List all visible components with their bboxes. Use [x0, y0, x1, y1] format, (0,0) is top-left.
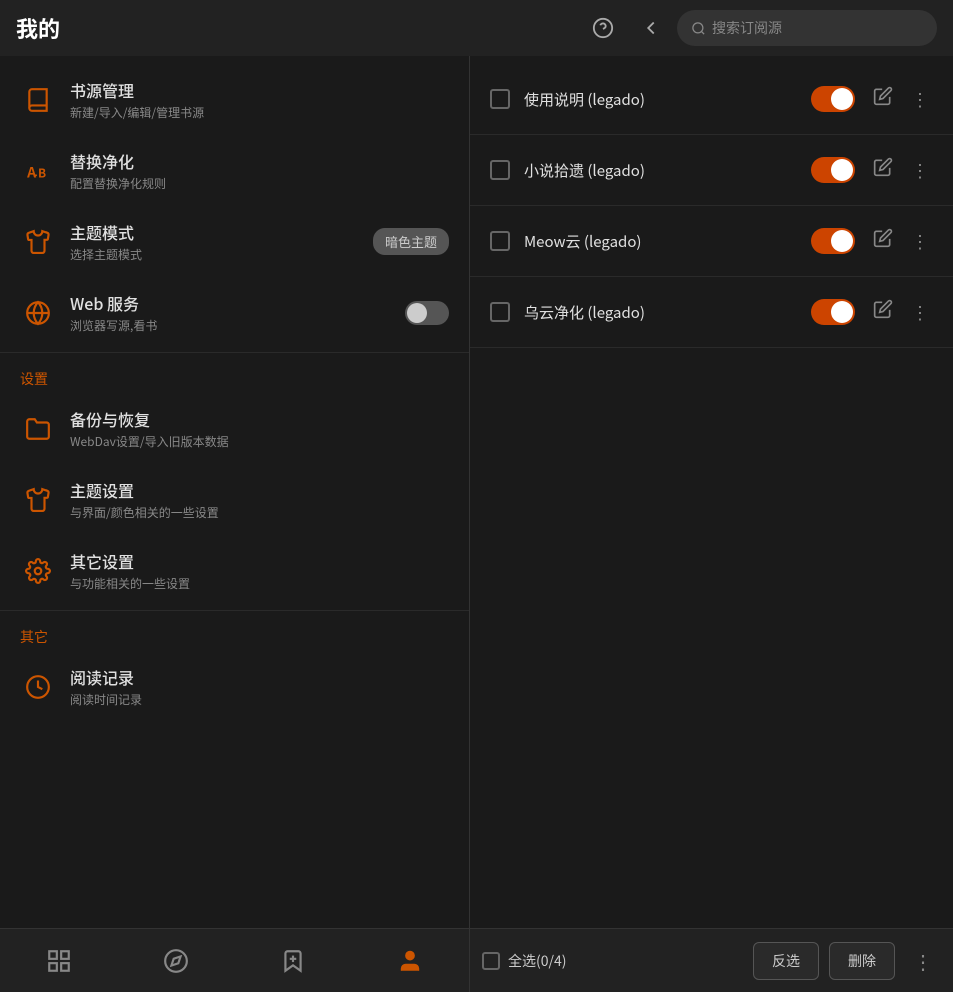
source-edit-icon-2[interactable] — [869, 153, 897, 187]
source-checkbox-4[interactable] — [490, 302, 510, 322]
source-item-2: 小说拾遗 (legado) ⋮ — [470, 135, 953, 206]
source-more-icon-3[interactable]: ⋮ — [907, 224, 933, 258]
other-settings-title: 其它设置 — [70, 549, 449, 573]
help-icon[interactable] — [585, 10, 621, 46]
section-other-label: 其它 — [0, 615, 469, 651]
bottom-bar: 全选(0/4) 反选 删除 ⋮ — [0, 928, 953, 992]
source-name-1: 使用说明 (legado) — [524, 89, 811, 110]
menu-text-other: 其它设置 与功能相关的一些设置 — [70, 549, 449, 592]
book-source-sub: 新建/导入/编辑/管理书源 — [70, 104, 449, 121]
delete-button[interactable]: 删除 — [829, 942, 895, 980]
svg-text:A: A — [26, 162, 37, 182]
replace-title: 替换净化 — [70, 149, 449, 173]
menu-text-book-source: 书源管理 新建/导入/编辑/管理书源 — [70, 78, 449, 121]
theme-sub: 选择主题模式 — [70, 246, 373, 263]
header: 我的 搜索订阅源 — [0, 0, 953, 56]
source-checkbox-1[interactable] — [490, 89, 510, 109]
menu-item-theme-settings[interactable]: 主题设置 与界面/颜色相关的一些设置 — [0, 464, 469, 535]
source-item-1: 使用说明 (legado) ⋮ — [470, 64, 953, 135]
tshirt-icon — [20, 224, 56, 260]
nav-bookmark[interactable] — [264, 942, 322, 980]
source-toggle-2[interactable] — [811, 157, 855, 183]
other-settings-sub: 与功能相关的一些设置 — [70, 575, 449, 592]
source-name-2: 小说拾遗 (legado) — [524, 160, 811, 181]
source-name-4: 乌云净化 (legado) — [524, 302, 811, 323]
web-sub: 浏览器写源,看书 — [70, 317, 405, 334]
theme-settings-title: 主题设置 — [70, 478, 449, 502]
bottom-actions: 全选(0/4) 反选 删除 ⋮ — [470, 942, 953, 980]
source-toggle-3[interactable] — [811, 228, 855, 254]
source-toggle-4[interactable] — [811, 299, 855, 325]
theme-settings-sub: 与界面/颜色相关的一些设置 — [70, 504, 449, 521]
nav-mine[interactable] — [381, 942, 439, 980]
search-placeholder: 搜索订阅源 — [712, 18, 782, 38]
menu-item-web-service[interactable]: Web 服务 浏览器写源,看书 — [0, 277, 469, 348]
source-checkbox-3[interactable] — [490, 231, 510, 251]
menu-text-theme: 主题模式 选择主题模式 — [70, 220, 373, 263]
source-more-icon-1[interactable]: ⋮ — [907, 82, 933, 116]
main-content: 书源管理 新建/导入/编辑/管理书源 A B 替换净化 配置替换净化规则 — [0, 56, 953, 928]
search-bar[interactable]: 搜索订阅源 — [677, 10, 937, 46]
web-service-toggle[interactable] — [405, 301, 449, 325]
menu-item-backup[interactable]: 备份与恢复 WebDav设置/导入旧版本数据 — [0, 393, 469, 464]
ab-icon: A B — [20, 153, 56, 189]
source-name-3: Meow云 (legado) — [524, 231, 811, 252]
book-source-title: 书源管理 — [70, 78, 449, 102]
clock-icon — [20, 669, 56, 705]
select-all-area[interactable]: 全选(0/4) — [482, 951, 743, 971]
menu-item-book-source[interactable]: 书源管理 新建/导入/编辑/管理书源 — [0, 64, 469, 135]
menu-text-history: 阅读记录 阅读时间记录 — [70, 665, 449, 708]
source-toggle-1[interactable] — [811, 86, 855, 112]
menu-item-other-settings[interactable]: 其它设置 与功能相关的一些设置 — [0, 535, 469, 606]
menu-item-replace-purify[interactable]: A B 替换净化 配置替换净化规则 — [0, 135, 469, 206]
theme-title: 主题模式 — [70, 220, 373, 244]
source-item-3: Meow云 (legado) ⋮ — [470, 206, 953, 277]
web-title: Web 服务 — [70, 291, 405, 315]
menu-text-web: Web 服务 浏览器写源,看书 — [70, 291, 405, 334]
tshirt2-icon — [20, 482, 56, 518]
source-edit-icon-3[interactable] — [869, 224, 897, 258]
source-checkbox-2[interactable] — [490, 160, 510, 180]
source-more-icon-2[interactable]: ⋮ — [907, 153, 933, 187]
menu-text-replace: 替换净化 配置替换净化规则 — [70, 149, 449, 192]
theme-badge: 暗色主题 — [373, 228, 449, 255]
nav-bookshelf[interactable] — [30, 942, 88, 980]
history-title: 阅读记录 — [70, 665, 449, 689]
menu-item-theme-mode[interactable]: 主题模式 选择主题模式 暗色主题 — [0, 206, 469, 277]
select-all-label: 全选(0/4) — [508, 951, 567, 971]
select-all-checkbox[interactable] — [482, 952, 500, 970]
source-edit-icon-4[interactable] — [869, 295, 897, 329]
svg-text:B: B — [38, 164, 46, 181]
bottom-more-icon[interactable]: ⋮ — [905, 942, 941, 979]
section-settings-label: 设置 — [0, 357, 469, 393]
folder-icon — [20, 411, 56, 447]
back-icon[interactable] — [633, 10, 669, 46]
settings-icon — [20, 553, 56, 589]
nav-explore[interactable] — [147, 942, 205, 980]
left-panel: 书源管理 新建/导入/编辑/管理书源 A B 替换净化 配置替换净化规则 — [0, 56, 470, 928]
invert-button[interactable]: 反选 — [753, 942, 819, 980]
backup-sub: WebDav设置/导入旧版本数据 — [70, 433, 449, 450]
history-sub: 阅读时间记录 — [70, 691, 449, 708]
replace-sub: 配置替换净化规则 — [70, 175, 449, 192]
source-item-4: 乌云净化 (legado) ⋮ — [470, 277, 953, 348]
menu-item-reading-history[interactable]: 阅读记录 阅读时间记录 — [0, 651, 469, 722]
right-panel: 使用说明 (legado) ⋮ 小说拾遗 (legado) ⋮ — [470, 56, 953, 928]
backup-title: 备份与恢复 — [70, 407, 449, 431]
page-title: 我的 — [16, 12, 60, 44]
menu-text-backup: 备份与恢复 WebDav设置/导入旧版本数据 — [70, 407, 449, 450]
book-icon — [20, 82, 56, 118]
bottom-nav — [0, 929, 470, 992]
source-edit-icon-1[interactable] — [869, 82, 897, 116]
source-more-icon-4[interactable]: ⋮ — [907, 295, 933, 329]
globe-icon — [20, 295, 56, 331]
menu-text-theme-settings: 主题设置 与界面/颜色相关的一些设置 — [70, 478, 449, 521]
